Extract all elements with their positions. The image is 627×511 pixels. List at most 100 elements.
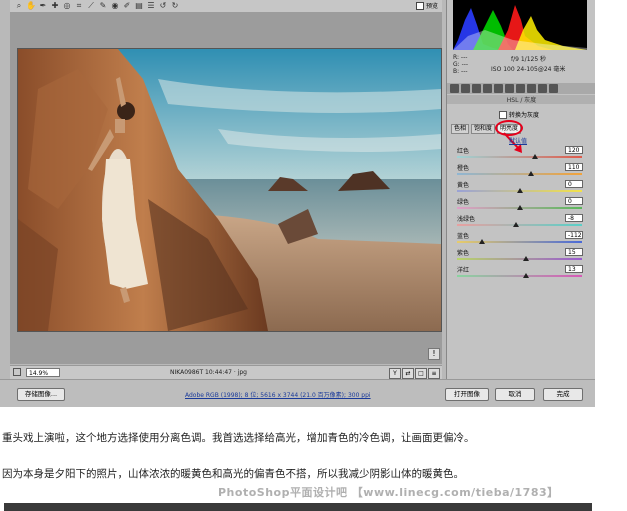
zoom-out-icon[interactable] [13,368,21,376]
slider-thumb[interactable] [516,205,523,210]
slider-track[interactable] [457,241,582,243]
slider-track[interactable] [457,258,582,260]
slider-label: 浅绿色 [457,216,476,223]
slider-value-field[interactable]: -112 [565,231,583,239]
slider-track[interactable] [457,156,582,158]
slider-row: 绿色 0 [455,197,585,214]
slider-label: 橙色 [457,165,470,172]
cancel-button[interactable]: 取消 [495,388,535,401]
slider-thumb[interactable] [522,256,529,261]
graduated-filter-icon[interactable]: ▤ [134,1,144,11]
subtab-hue[interactable]: 色相 [451,124,470,134]
open-image-button[interactable]: 打开图像 [445,388,489,401]
slider-value-field[interactable]: 120 [565,146,583,154]
rotate-cw-icon[interactable]: ↻ [170,1,180,11]
copy-settings-icon[interactable]: □ [415,368,427,379]
slider-thumb[interactable] [527,171,534,176]
slider-row: 洋红 13 [455,265,585,282]
panel-tab-basic-icon[interactable] [450,84,459,93]
subtab-saturation[interactable]: 饱和度 [471,124,496,134]
slider-label: 蓝色 [457,233,470,240]
adjustment-brush-icon[interactable]: ✐ [122,1,132,11]
lens-info: ISO 100 24-105@24 毫米 [491,66,566,73]
slider-track[interactable] [457,173,582,175]
status-bar: 14.9% NIKA0986T 10:44:47 · jpg Y ⇄ □ ≡ [10,365,442,379]
grayscale-checkbox[interactable] [499,110,507,119]
preview-toggle-icon[interactable]: ! [428,348,440,360]
slider-value-field[interactable]: -8 [565,214,583,222]
zoom-level-select[interactable]: 14.9% [26,368,60,377]
slider-row: 蓝色 -112 [455,231,585,248]
default-link[interactable]: 默认值 [509,136,527,145]
slider-label: 红色 [457,148,470,155]
camera-raw-window: ⌕ ✋ ✒ ✚ ◎ ⌗ ⟋ ✎ ◉ ✐ ▤ ☰ ↺ ↻ 预览 ! 14.9% N… [0,0,595,407]
slider-label: 洋红 [457,267,470,274]
exposure-info: f/9 1/125 秒 [511,56,547,63]
caption-line-2: 因为本身是夕阳下的照片，山体浓浓的暖黄色和高光的偏青色不搭，所以我减少阴影山体的… [2,468,464,480]
slider-row: 橙色 110 [455,163,585,180]
rotate-ccw-icon[interactable]: ↺ [158,1,168,11]
slider-row: 红色 120 [455,146,585,163]
panel-title: HSL / 灰度 [447,95,595,104]
beach-portrait-photo [18,49,441,331]
slider-value-field[interactable]: 110 [565,163,583,171]
slider-label: 绿色 [457,199,470,206]
panel-tab-tone-curve-icon[interactable] [461,84,470,93]
panel-tab-snapshots-icon[interactable] [549,84,558,93]
panel-tab-lens-icon[interactable] [505,84,514,93]
crop-icon[interactable]: ⌗ [74,1,84,11]
panel-tab-hsl-icon[interactable] [483,84,492,93]
histogram [453,0,587,50]
slider-track[interactable] [457,224,582,226]
panel-tab-presets-icon[interactable] [538,84,547,93]
slider-thumb[interactable] [522,273,529,278]
toggle-before-after-icon[interactable]: ⇄ [402,368,414,379]
slider-thumb[interactable] [531,154,538,159]
slider-thumb[interactable] [516,188,523,193]
toolbar: ⌕ ✋ ✒ ✚ ◎ ⌗ ⟋ ✎ ◉ ✐ ▤ ☰ ↺ ↻ 预览 [10,0,442,12]
grayscale-label: 转换为灰度 [509,112,540,119]
spot-removal-icon[interactable]: ✎ [98,1,108,11]
grayscale-toggle[interactable]: 转换为灰度 [499,110,539,119]
preview-image [17,48,442,332]
red-eye-icon[interactable]: ◉ [110,1,120,11]
preview-label: 预览 [425,3,438,10]
slider-value-field[interactable]: 13 [565,265,583,273]
slider-row: 浅绿色 -8 [455,214,585,231]
target-adjust-icon[interactable]: ◎ [62,1,72,11]
panel-tab-fx-icon[interactable] [516,84,525,93]
slider-thumb[interactable] [479,239,485,244]
preferences-icon[interactable]: ☰ [146,1,156,11]
preview-checkbox[interactable]: 预览 [415,1,438,10]
workflow-options-link[interactable]: Adobe RGB (1998); 8 位; 5616 x 3744 (21.0… [185,390,371,399]
panel-tab-split-toning-icon[interactable] [494,84,503,93]
panel-tabs [447,83,595,94]
slider-value-field[interactable]: 0 [565,197,583,205]
camera-readout: R: --- G: --- B: --- f/9 1/125 秒 ISO 100… [453,54,587,80]
slider-label: 紫色 [457,250,470,257]
save-image-button[interactable]: 存储图像... [17,388,65,401]
white-balance-icon[interactable]: ✒ [38,1,48,11]
hand-icon[interactable]: ✋ [26,1,36,11]
slider-row: 黄色 0 [455,180,585,197]
slider-value-field[interactable]: 15 [565,248,583,256]
watermark: PhotoShop平面设计吧 【www.linecg.com/tieba/178… [218,486,559,499]
zoom-icon[interactable]: ⌕ [14,1,24,11]
done-button[interactable]: 完成 [543,388,583,401]
layout-swap-icon[interactable]: ≡ [428,368,440,379]
bottom-bar: 存储图像... Adobe RGB (1998); 8 位; 5616 x 37… [0,379,595,407]
slider-row: 紫色 15 [455,248,585,265]
right-panel: R: --- G: --- B: --- f/9 1/125 秒 ISO 100… [446,0,595,379]
slider-thumb[interactable] [512,222,519,227]
slider-label: 黄色 [457,182,470,189]
compare-view-icon[interactable]: Y [389,368,401,379]
color-sampler-icon[interactable]: ✚ [50,1,60,11]
slider-track[interactable] [457,275,582,277]
panel-tab-detail-icon[interactable] [472,84,481,93]
straighten-icon[interactable]: ⟋ [86,1,96,11]
panel-tab-camera-calibration-icon[interactable] [527,84,536,93]
caption-line-1: 重头戏上演啦，这个地方选择使用分离色调。我首选选择给高光，增加青色的冷色调，让画… [2,432,475,444]
next-image-strip [4,503,592,511]
slider-value-field[interactable]: 0 [565,180,583,188]
file-name: NIKA0986T 10:44:47 · jpg [170,369,247,376]
